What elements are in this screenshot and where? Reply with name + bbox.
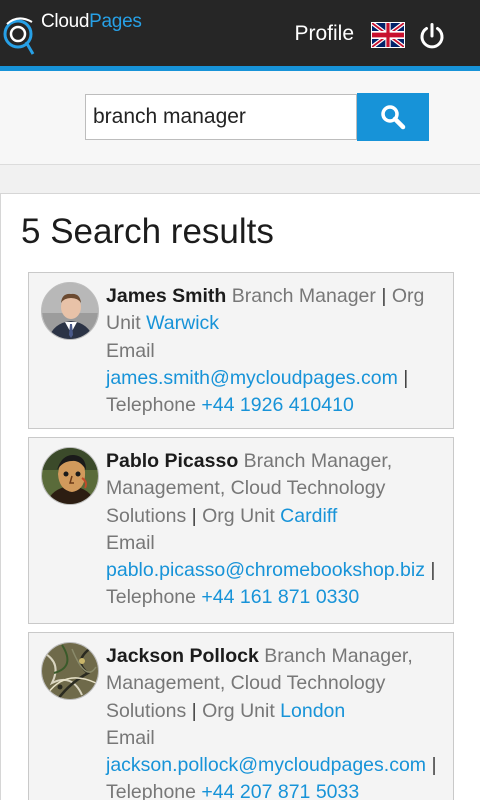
email-label: Email xyxy=(106,339,155,362)
avatar xyxy=(41,282,99,340)
org-unit-label: Org Unit xyxy=(202,504,275,527)
org-unit-link[interactable]: London xyxy=(280,700,345,722)
search-bar xyxy=(0,71,480,165)
separator: | xyxy=(430,559,436,582)
search-results: 5 Search results James Smith Branch Mana… xyxy=(0,193,480,800)
email-label: Email xyxy=(106,726,155,749)
result-card[interactable]: James Smith Branch Manager | Org Unit Wa… xyxy=(28,272,454,429)
telephone-link[interactable]: +44 207 871 5033 xyxy=(201,781,359,800)
logo-text-pages: Pages xyxy=(89,11,142,32)
telephone-label: Telephone xyxy=(106,394,196,417)
telephone-label: Telephone xyxy=(106,781,196,800)
app-header: CloudPages Profile xyxy=(0,0,480,66)
logo-text: CloudPages xyxy=(41,11,142,33)
search-input[interactable] xyxy=(85,94,357,140)
cloudpages-logo[interactable]: CloudPages xyxy=(2,4,142,60)
logo-text-cloud: Cloud xyxy=(41,11,90,32)
avatar xyxy=(41,642,99,700)
result-info: James Smith Branch Manager | Org Unit Wa… xyxy=(106,283,446,419)
result-role: Branch Manager xyxy=(231,285,376,307)
result-name[interactable]: Jackson Pollock xyxy=(106,645,259,667)
results-title: 5 Search results xyxy=(21,212,274,251)
avatar xyxy=(41,447,99,505)
org-unit-link[interactable]: Warwick xyxy=(146,312,219,334)
separator: | xyxy=(403,366,409,389)
email-link[interactable]: jackson.pollock@mycloudpages.com xyxy=(106,754,426,776)
separator: | xyxy=(381,285,387,307)
org-unit-link[interactable]: Cardiff xyxy=(280,505,337,527)
result-card[interactable]: Jackson Pollock Branch Manager, Manageme… xyxy=(28,632,454,800)
email-label: Email xyxy=(106,531,155,554)
uk-flag-icon[interactable] xyxy=(371,20,405,50)
power-icon[interactable] xyxy=(418,22,446,50)
separator: | xyxy=(431,754,437,777)
email-link[interactable]: james.smith@mycloudpages.com xyxy=(106,367,398,389)
telephone-label: Telephone xyxy=(106,586,196,609)
result-name[interactable]: Pablo Picasso xyxy=(106,450,238,472)
result-card[interactable]: Pablo Picasso Branch Manager, Management… xyxy=(28,437,454,624)
separator: | xyxy=(191,504,197,527)
telephone-link[interactable]: +44 161 871 0330 xyxy=(201,586,359,608)
email-link[interactable]: pablo.picasso@chromebookshop.biz xyxy=(106,559,425,581)
result-name[interactable]: James Smith xyxy=(106,285,226,307)
logo-icon xyxy=(3,17,35,55)
separator: | xyxy=(191,699,197,722)
search-icon xyxy=(381,105,406,130)
result-info: Jackson Pollock Branch Manager, Manageme… xyxy=(106,643,446,800)
result-info: Pablo Picasso Branch Manager, Management… xyxy=(106,448,446,612)
telephone-link[interactable]: +44 1926 410410 xyxy=(201,394,353,416)
profile-link[interactable]: Profile xyxy=(294,22,354,46)
search-button[interactable] xyxy=(357,93,429,141)
org-unit-label: Org Unit xyxy=(202,699,275,722)
